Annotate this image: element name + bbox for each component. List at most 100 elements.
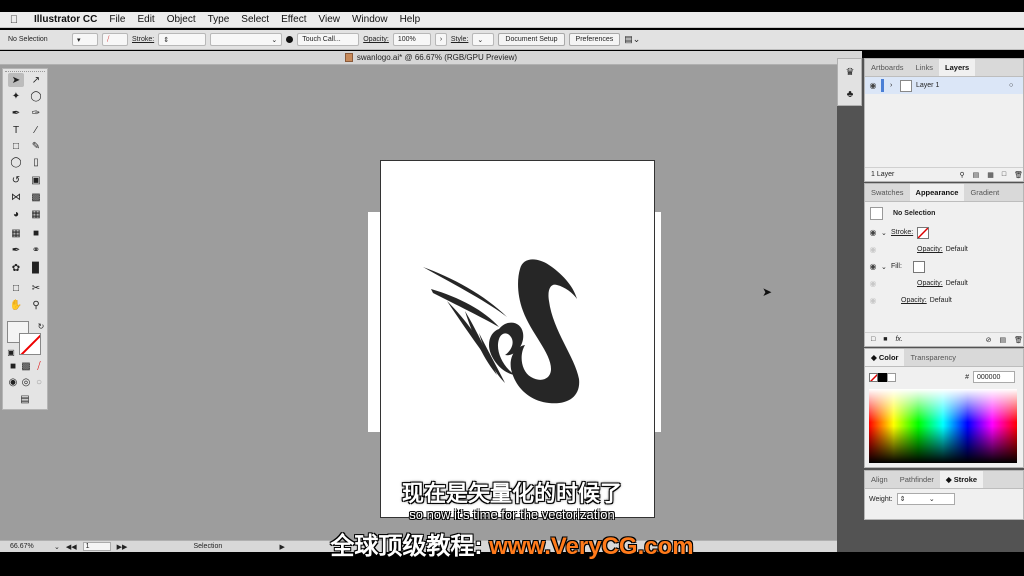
swap-colors-icon[interactable]: ↻ <box>33 319 49 333</box>
color-spectrum[interactable] <box>869 389 1017 463</box>
menu-help[interactable]: Help <box>394 14 427 25</box>
stroke-none-swatch[interactable] <box>917 226 930 239</box>
new-layer-icon[interactable]: □ <box>1002 171 1006 178</box>
apple-icon[interactable]:  <box>0 14 28 26</box>
magic-wand-tool-icon[interactable]: ✦ <box>8 89 24 103</box>
fill-swatch[interactable] <box>913 260 925 273</box>
fill-row[interactable]: ◉ ⌄ Fill: <box>865 258 1023 275</box>
menu-view[interactable]: View <box>312 14 346 25</box>
target-circle-icon[interactable]: ○ <box>1009 82 1023 89</box>
tab-artboards[interactable]: Artboards <box>865 59 910 76</box>
fill-opacity-label[interactable]: Opacity: <box>917 280 943 287</box>
document-tab[interactable]: swanlogo.ai* @ 66.67% (RGB/GPU Preview) <box>0 51 862 65</box>
line-tool-icon[interactable]: ∕ <box>28 123 44 137</box>
tab-gradient[interactable]: Gradient <box>964 184 1005 201</box>
puppet-warp-icon[interactable]: ♛ <box>842 65 858 79</box>
fill-expand-icon[interactable]: ⌄ <box>881 263 891 271</box>
preferences-button[interactable]: Preferences <box>568 33 621 46</box>
brush-dropdown[interactable]: Touch Call... <box>297 33 360 46</box>
curvature-tool-icon[interactable]: ✑ <box>28 106 44 120</box>
stroke-opacity-label[interactable]: Opacity: <box>917 246 943 253</box>
style-label[interactable]: Style: <box>451 36 469 43</box>
stroke-swatch[interactable]: ⧸ <box>102 33 128 46</box>
color-black-swatch[interactable] <box>878 372 887 382</box>
variable-width-dropdown[interactable]: ⌄ <box>210 33 283 46</box>
rotate-tool-icon[interactable]: ↺ <box>8 173 24 187</box>
stroke-color-box[interactable] <box>19 333 41 355</box>
symbol-sprayer-tool-icon[interactable]: ✿ <box>8 261 24 275</box>
stroke-opacity-row[interactable]: ◉ Opacity: Default <box>865 241 1023 258</box>
shape-builder-tool-icon[interactable]: ◕ <box>8 207 24 221</box>
eraser-tool-icon[interactable]: ▯ <box>28 155 44 169</box>
menu-object[interactable]: Object <box>161 14 202 25</box>
default-colors-icon[interactable]: ▣ <box>3 345 19 359</box>
tab-layers[interactable]: Layers <box>939 59 976 76</box>
locate-object-icon[interactable]: ⚲ <box>959 171 964 179</box>
screen-mode-icon[interactable]: ▤ <box>17 392 33 406</box>
clear-appearance-icon[interactable]: ⊘ <box>986 336 992 344</box>
tab-transparency[interactable]: Transparency <box>904 349 962 366</box>
gradient-tool-icon[interactable]: ■ <box>28 226 44 240</box>
color-white-swatch[interactable] <box>887 372 896 382</box>
slice-tool-icon[interactable]: ✂ <box>28 281 44 295</box>
swan-logo[interactable] <box>381 161 656 519</box>
tab-appearance[interactable]: Appearance <box>909 184 965 201</box>
expand-chevron-icon[interactable]: › <box>890 82 900 89</box>
column-graph-tool-icon[interactable]: ▉ <box>28 261 44 275</box>
hand-tool-icon[interactable]: ✋ <box>8 298 24 312</box>
document-setup-button[interactable]: Document Setup <box>498 33 565 46</box>
shaper-tool-icon[interactable]: ◯ <box>8 155 24 169</box>
add-stroke-icon[interactable]: □ <box>871 336 875 343</box>
delete-layer-icon[interactable]: 🗑 <box>1014 171 1023 179</box>
duplicate-item-icon[interactable]: ▤ <box>999 336 1006 344</box>
menu-effect[interactable]: Effect <box>275 14 312 25</box>
new-sublayer-icon[interactable]: ▦ <box>987 171 994 179</box>
opacity-label[interactable]: Opacity: <box>363 36 389 43</box>
zoom-tool-icon[interactable]: ⚲ <box>28 298 44 312</box>
fill-row-label[interactable]: Fill: <box>891 263 913 270</box>
hex-input[interactable]: 000000 <box>973 371 1015 383</box>
rectangle-tool-icon[interactable]: □ <box>8 139 24 153</box>
menu-window[interactable]: Window <box>346 14 394 25</box>
stroke-row-label[interactable]: Stroke: <box>891 229 913 236</box>
mesh-tool-icon[interactable]: ▦ <box>8 226 24 240</box>
tab-links[interactable]: Links <box>910 59 940 76</box>
arrange-icon[interactable]: ▤⌄ <box>624 34 640 45</box>
delete-item-icon[interactable]: 🗑 <box>1014 336 1023 344</box>
type-tool-icon[interactable]: T <box>8 123 24 137</box>
symbols-icon[interactable]: ♣ <box>842 87 858 101</box>
tab-swatches[interactable]: Swatches <box>865 184 910 201</box>
opacity-arrow[interactable]: › <box>434 33 447 46</box>
visibility-eye-icon[interactable]: ◉ <box>865 81 881 90</box>
object-opacity-label[interactable]: Opacity: <box>901 297 927 304</box>
draw-inside-icon[interactable]: ○ <box>31 375 47 389</box>
blend-tool-icon[interactable]: ⚭ <box>28 243 44 257</box>
fill-swatch[interactable]: ▾ <box>72 33 98 46</box>
opacity-input[interactable]: 100% <box>392 33 431 46</box>
fill-eye-icon[interactable]: ◉ <box>865 262 881 271</box>
selection-tool-icon[interactable]: ➤ <box>8 73 24 87</box>
clipping-mask-icon[interactable]: ▤ <box>973 171 980 179</box>
stroke-label[interactable]: Stroke: <box>132 36 154 43</box>
menu-file[interactable]: File <box>103 14 131 25</box>
stroke-expand-icon[interactable]: ⌄ <box>881 229 891 237</box>
artboard-tool-icon[interactable]: □ <box>8 281 24 295</box>
pen-tool-icon[interactable]: ✒ <box>8 106 24 120</box>
add-fill-icon[interactable]: ■ <box>883 336 887 343</box>
style-dropdown[interactable]: ⌄ <box>472 33 495 46</box>
none-mode-icon[interactable]: ⧸ <box>31 359 47 373</box>
object-opacity-eye-icon[interactable]: ◉ <box>865 296 881 305</box>
stroke-weight-input[interactable]: ⇕ <box>158 33 207 46</box>
artboard[interactable] <box>380 160 655 518</box>
lasso-tool-icon[interactable]: ◯ <box>28 89 44 103</box>
stroke-eye-icon[interactable]: ◉ <box>865 228 881 237</box>
width-tool-icon[interactable]: ⋈ <box>8 190 24 204</box>
tab-color[interactable]: ◆ Color <box>865 349 905 366</box>
eyedropper-tool-icon[interactable]: ✒ <box>8 243 24 257</box>
object-opacity-row[interactable]: ◉ Opacity: Default <box>865 292 1023 309</box>
layer-name[interactable]: Layer 1 <box>916 82 1009 89</box>
fill-opacity-row[interactable]: ◉ Opacity: Default <box>865 275 1023 292</box>
paintbrush-tool-icon[interactable]: ✎ <box>28 139 44 153</box>
direct-selection-tool-icon[interactable]: ↗ <box>28 73 44 87</box>
perspective-grid-tool-icon[interactable]: ▦ <box>28 207 44 221</box>
